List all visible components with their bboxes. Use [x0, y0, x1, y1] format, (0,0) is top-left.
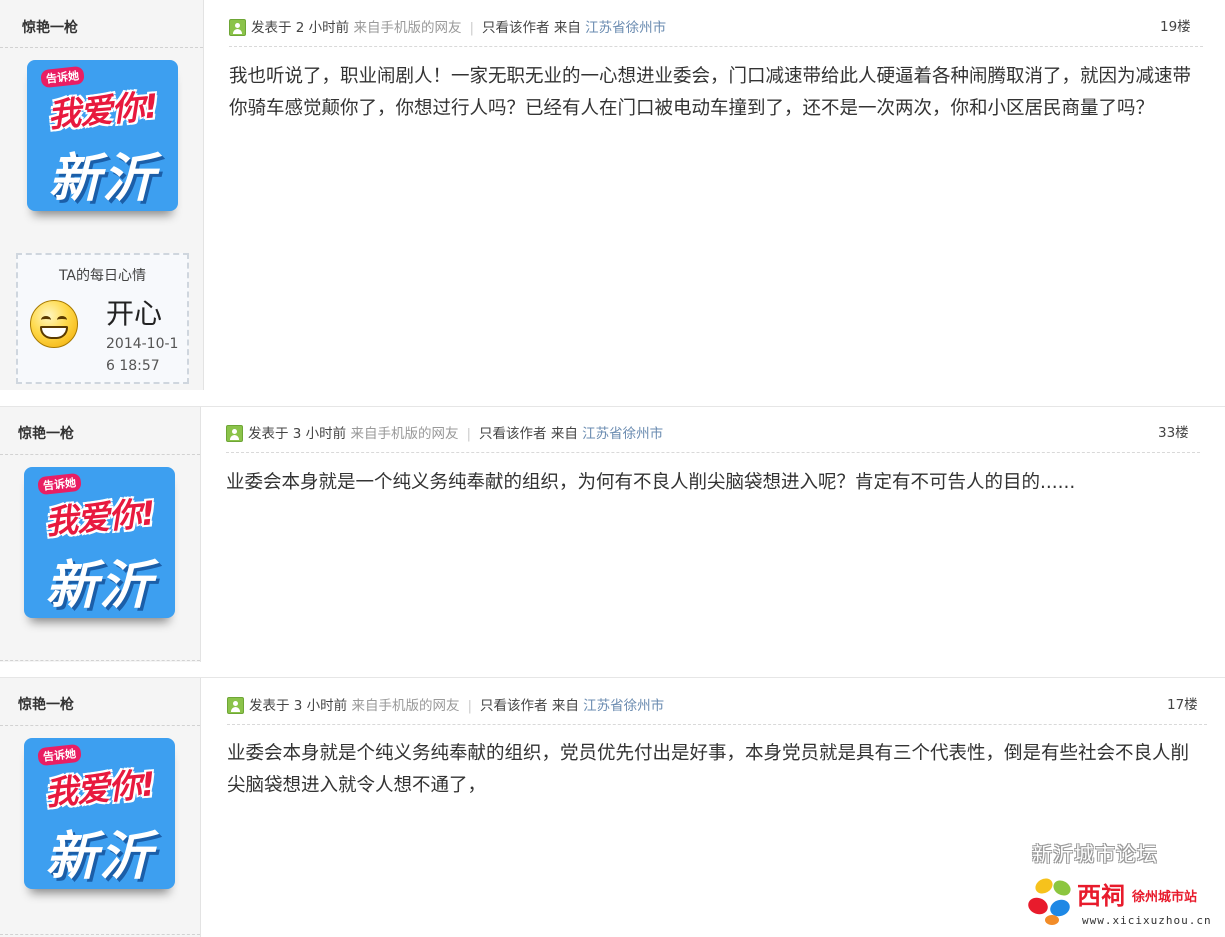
forum-watermark-text: 新沂城市论坛: [1032, 842, 1158, 866]
avatar-tag: 告诉她: [37, 472, 82, 496]
floor-number[interactable]: 17楼: [1167, 693, 1198, 713]
post-location: 江苏省徐州市: [583, 698, 665, 714]
author-only-link[interactable]: 只看该作者: [479, 426, 547, 442]
mood-title: TA的每日心情: [58, 268, 147, 284]
author-only-link[interactable]: 只看该作者: [482, 20, 550, 36]
posted-time: 发表于 2 小时前: [251, 20, 350, 36]
avatar-city-text: 新沂: [45, 556, 154, 616]
author-sidebar: 惊艳一枪 告诉她 我爱你! 新沂: [0, 678, 201, 937]
user-icon: [226, 425, 243, 442]
posted-time: 发表于 3 小时前: [248, 426, 347, 442]
post-location: 江苏省徐州市: [582, 426, 664, 442]
post-header-divider: [229, 46, 1203, 47]
divider: [0, 47, 203, 48]
brand-subtitle: 徐州城市站: [1132, 890, 1198, 905]
post-meta: 发表于 2 小时前 来自手机版的网友 | 只看该作者 来自 江苏省徐州市: [229, 16, 666, 36]
post-content: 我也听说了，职业闹剧人！一家无职无业的一心想进业委会，门口减速带给此人硬逼着各种…: [229, 66, 1192, 119]
divider: [0, 454, 200, 455]
from-label: 来自: [553, 20, 581, 36]
author-avatar[interactable]: 告诉她 我爱你! 新沂: [24, 467, 175, 618]
author-name[interactable]: 惊艳一枪: [18, 694, 74, 714]
author-sidebar: 惊艳一枪 告诉她 我爱你! 新沂: [0, 407, 201, 662]
avatar-love-text: 我爱你!: [46, 86, 160, 135]
avatar-tag: 告诉她: [40, 65, 85, 89]
post-content: 业委会本身就是一个纯义务纯奉献的组织，为何有不良人削尖脑袋想进入呢？肯定有不可告…: [226, 472, 1076, 493]
floor-number[interactable]: 33楼: [1158, 421, 1189, 441]
avatar-tag: 告诉她: [37, 743, 82, 767]
author-sidebar: 惊艳一枪 告诉她 我爱你! 新沂 TA的每日心情 开心 2014-10-16 1…: [0, 0, 204, 390]
post-header-divider: [227, 724, 1207, 725]
avatar-city-text: 新沂: [48, 149, 157, 209]
avatar-love-text: 我爱你!: [43, 493, 157, 542]
mood-date: 2014-10-16 18:57: [106, 336, 179, 374]
posted-time: 发表于 3 小时前: [249, 698, 348, 714]
daily-mood-box: TA的每日心情 开心 2014-10-16 18:57: [16, 253, 189, 384]
user-icon: [227, 697, 244, 714]
post-content: 业委会本身就是个纯义务纯奉献的组织，党员优先付出是好事，本身党员就是具有三个代表…: [227, 743, 1190, 796]
pinwheel-icon: [1028, 878, 1071, 925]
post-source: 来自手机版的网友: [353, 20, 462, 36]
grin-emoji-icon: [30, 300, 78, 348]
avatar-city-text: 新沂: [45, 827, 154, 887]
from-label: 来自: [551, 698, 579, 714]
post-location: 江苏省徐州市: [585, 20, 667, 36]
avatar-love-text: 我爱你!: [43, 764, 157, 813]
user-icon: [229, 19, 246, 36]
post-source: 来自手机版的网友: [350, 426, 459, 442]
post-source: 来自手机版的网友: [351, 698, 460, 714]
meta-divider: |: [469, 20, 475, 36]
author-name[interactable]: 惊艳一枪: [18, 423, 74, 443]
post-meta: 发表于 3 小时前 来自手机版的网友 | 只看该作者 来自 江苏省徐州市: [226, 422, 663, 442]
divider: [0, 725, 200, 726]
brand-name: 西祠: [1077, 881, 1125, 910]
meta-divider: |: [466, 426, 472, 442]
from-label: 来自: [550, 426, 578, 442]
xici-logo: 西祠 徐州城市站 www.xicixuzhou.cn: [1022, 872, 1222, 932]
meta-divider: |: [467, 698, 473, 714]
author-only-link[interactable]: 只看该作者: [480, 698, 548, 714]
post-floor-33: 惊艳一枪 告诉她 我爱你! 新沂 发表于 3 小时前 来自手机版的网友 | 只看该作…: [0, 406, 1225, 662]
floor-number[interactable]: 19楼: [1160, 15, 1191, 35]
brand-url: www.xicixuzhou.cn: [1082, 914, 1212, 927]
author-name[interactable]: 惊艳一枪: [22, 17, 78, 37]
post-floor-19: 惊艳一枪 告诉她 我爱你! 新沂 TA的每日心情 开心 2014-10-16 1…: [0, 0, 1225, 390]
author-avatar[interactable]: 告诉她 我爱你! 新沂: [27, 60, 178, 211]
mood-label: 开心: [106, 297, 163, 330]
divider: [0, 934, 200, 935]
post-header-divider: [226, 452, 1200, 453]
post-meta: 发表于 3 小时前 来自手机版的网友 | 只看该作者 来自 江苏省徐州市: [227, 694, 664, 714]
divider: [0, 660, 200, 661]
author-avatar[interactable]: 告诉她 我爱你! 新沂: [24, 738, 175, 889]
